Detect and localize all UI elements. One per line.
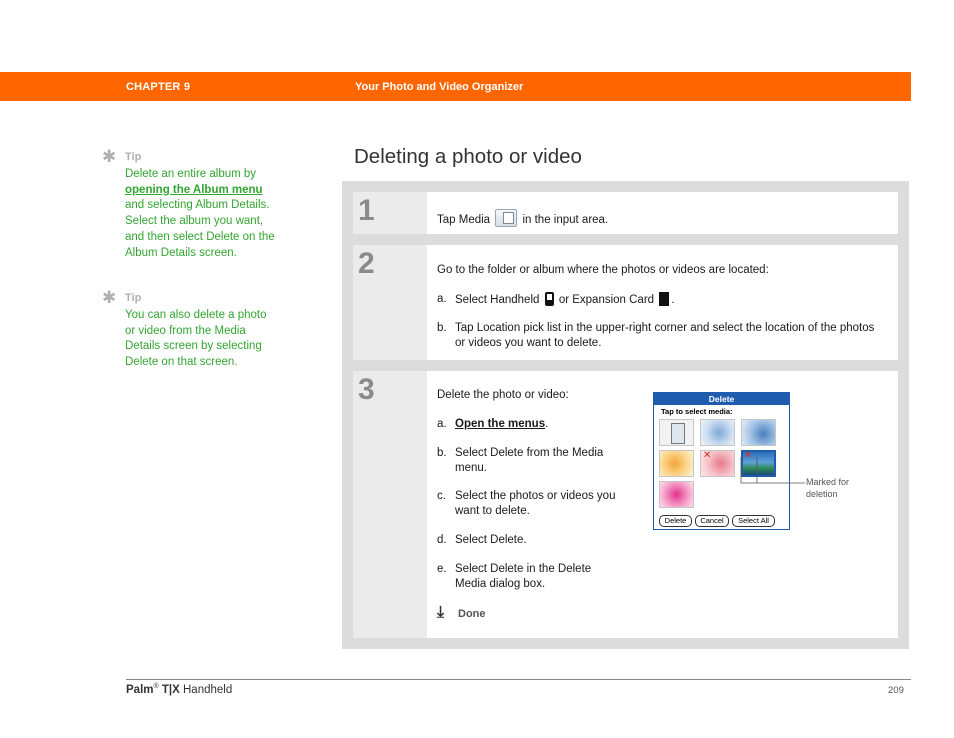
- media-thumbnail[interactable]: [659, 419, 694, 446]
- step-2: 2 Go to the folder or album where the ph…: [353, 245, 898, 360]
- media-thumbnail[interactable]: [659, 481, 694, 508]
- delete-mark-icon: ✕: [703, 450, 712, 461]
- step-number: 3: [358, 373, 375, 406]
- album-menu-link[interactable]: opening the Album menu: [125, 184, 263, 196]
- chapter-header-bar: CHAPTER 9 Your Photo and Video Organizer: [0, 72, 911, 101]
- step-3: 3 Delete the photo or video: a. Open the…: [353, 371, 898, 638]
- chapter-label: CHAPTER 9: [126, 81, 191, 93]
- dialog-prompt: Tap to select media:: [661, 407, 733, 416]
- step-intro: Delete the photo or video:: [437, 389, 569, 401]
- open-menus-link[interactable]: Open the menus: [455, 418, 545, 430]
- section-title: Deleting a photo or video: [354, 145, 582, 168]
- callout-leader-line: [740, 457, 805, 484]
- dialog-cancel-button[interactable]: Cancel: [695, 515, 729, 527]
- tip-body: You can also delete a photo or video fro…: [125, 309, 267, 369]
- expansion-card-icon: [659, 292, 670, 306]
- media-icon: [495, 209, 518, 227]
- tip-text: and selecting Album Details. Select the …: [125, 199, 275, 259]
- done-label: Done: [458, 608, 486, 620]
- tip-label: Tip: [125, 151, 142, 163]
- footer-rule: [126, 679, 911, 680]
- footer-product: Palm® T|X Handheld: [126, 683, 233, 696]
- dialog-select-all-button[interactable]: Select All: [732, 515, 775, 527]
- tip-body: Delete an entire album by opening the Al…: [125, 167, 275, 261]
- step-number: 1: [358, 194, 375, 227]
- step-text: Tap Media in the input area.: [437, 209, 608, 228]
- tip-star-icon: ✱: [102, 147, 117, 166]
- dialog-delete-button[interactable]: Delete: [659, 515, 692, 527]
- down-arrow-icon: ⤓: [437, 604, 445, 621]
- handheld-icon: [544, 292, 554, 306]
- page-number: 209: [888, 685, 904, 696]
- tip-star-icon: ✱: [102, 288, 117, 307]
- media-thumbnail[interactable]: [741, 419, 776, 446]
- dialog-title: Delete: [654, 393, 789, 405]
- media-thumbnail[interactable]: [659, 450, 694, 477]
- step-intro: Go to the folder or album where the phot…: [437, 264, 769, 276]
- tip-label: Tip: [125, 292, 142, 304]
- tip-text: Delete an entire album by: [125, 168, 257, 180]
- step-number: 2: [358, 247, 375, 280]
- marked-for-deletion-callout: Marked for deletion: [806, 477, 850, 499]
- step-1: 1 Tap Media in the input area.: [353, 192, 898, 234]
- chapter-title: Your Photo and Video Organizer: [355, 81, 524, 93]
- media-thumbnail[interactable]: [700, 419, 735, 446]
